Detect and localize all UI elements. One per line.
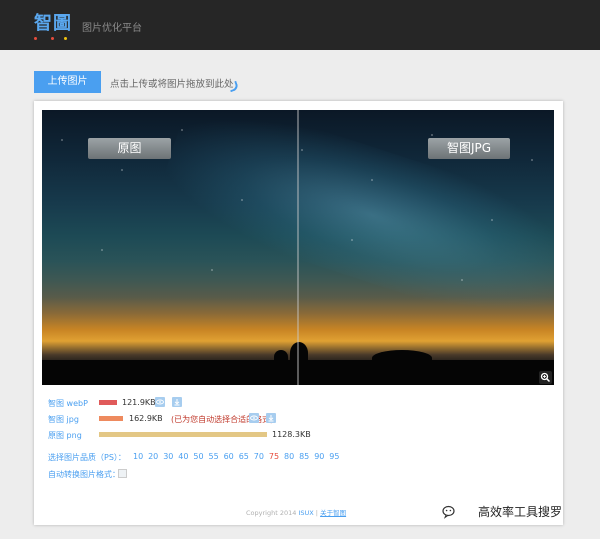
eye-icon[interactable] bbox=[155, 397, 165, 407]
upload-hint: 点击上传或将图片拖放到此处 bbox=[110, 79, 234, 90]
auto-convert-checkbox[interactable] bbox=[118, 469, 127, 478]
quality-option-80[interactable]: 80 bbox=[284, 452, 294, 461]
quality-option-75[interactable]: 75 bbox=[269, 452, 279, 461]
quality-option-20[interactable]: 20 bbox=[148, 452, 158, 461]
quality-option-30[interactable]: 30 bbox=[163, 452, 173, 461]
file-size: 121.9KB bbox=[122, 398, 156, 407]
footer: Copyright 2014 ISUX | 关于智图 bbox=[246, 507, 346, 517]
format-name: 原图 png bbox=[48, 431, 82, 440]
upload-button[interactable]: 上传图片 bbox=[34, 71, 101, 93]
result-card: 原图 智图JPG 智图 webP 121.9KB 智图 jpg 162.9KB … bbox=[34, 101, 563, 525]
download-icon[interactable] bbox=[172, 397, 182, 407]
quality-option-55[interactable]: 55 bbox=[209, 452, 219, 461]
footer-separator: | bbox=[315, 509, 318, 517]
isux-link[interactable]: ISUX bbox=[298, 509, 313, 517]
format-row-webp: 智图 webP 121.9KB bbox=[48, 397, 548, 410]
quality-option-90[interactable]: 90 bbox=[314, 452, 324, 461]
watermark-text: 高效率工具搜罗 bbox=[478, 505, 563, 519]
zoom-icon[interactable] bbox=[539, 371, 552, 384]
top-bar: 智圖 图片优化平台 bbox=[0, 0, 600, 50]
curved-arrow-icon bbox=[227, 80, 240, 93]
wechat-icon bbox=[442, 505, 458, 519]
tagline: 图片优化平台 bbox=[82, 23, 142, 34]
quality-option-65[interactable]: 65 bbox=[239, 452, 249, 461]
logo-dot bbox=[34, 37, 37, 40]
convert-label: 自动转换图片格式： bbox=[48, 470, 120, 479]
format-row-jpg: 智图 jpg 162.9KB (已为您自动选择合适的格式) bbox=[48, 413, 548, 426]
quality-option-95[interactable]: 95 bbox=[329, 452, 339, 461]
original-label: 原图 bbox=[88, 138, 171, 159]
quality-option-50[interactable]: 50 bbox=[193, 452, 203, 461]
quality-label: 选择图片品质（PS）： bbox=[48, 453, 126, 462]
copyright-text: Copyright 2014 bbox=[246, 509, 297, 517]
format-name[interactable]: 智图 jpg bbox=[48, 414, 79, 425]
logo[interactable]: 智圖 bbox=[34, 9, 72, 35]
quality-option-60[interactable]: 60 bbox=[224, 452, 234, 461]
optimized-label: 智图JPG bbox=[428, 138, 510, 159]
size-bar bbox=[99, 400, 117, 405]
quality-option-70[interactable]: 70 bbox=[254, 452, 264, 461]
logo-dot bbox=[51, 37, 54, 40]
file-size: 1128.3KB bbox=[272, 430, 311, 439]
logo-dot bbox=[64, 37, 67, 40]
quality-option-40[interactable]: 40 bbox=[178, 452, 188, 461]
comparison-preview[interactable]: 原图 智图JPG bbox=[42, 110, 554, 385]
eye-icon[interactable] bbox=[249, 413, 259, 423]
download-icon[interactable] bbox=[266, 413, 276, 423]
compare-slider-handle[interactable] bbox=[297, 110, 299, 385]
format-name[interactable]: 智图 webP bbox=[48, 398, 88, 409]
file-size: 162.9KB bbox=[129, 414, 163, 423]
logo-dots bbox=[34, 37, 74, 41]
size-bar bbox=[99, 416, 123, 421]
format-row-png: 原图 png 1128.3KB bbox=[48, 430, 548, 442]
size-bar bbox=[99, 432, 267, 437]
about-link[interactable]: 关于智图 bbox=[320, 509, 346, 517]
quality-option-85[interactable]: 85 bbox=[299, 452, 309, 461]
quality-option-10[interactable]: 10 bbox=[133, 452, 143, 461]
